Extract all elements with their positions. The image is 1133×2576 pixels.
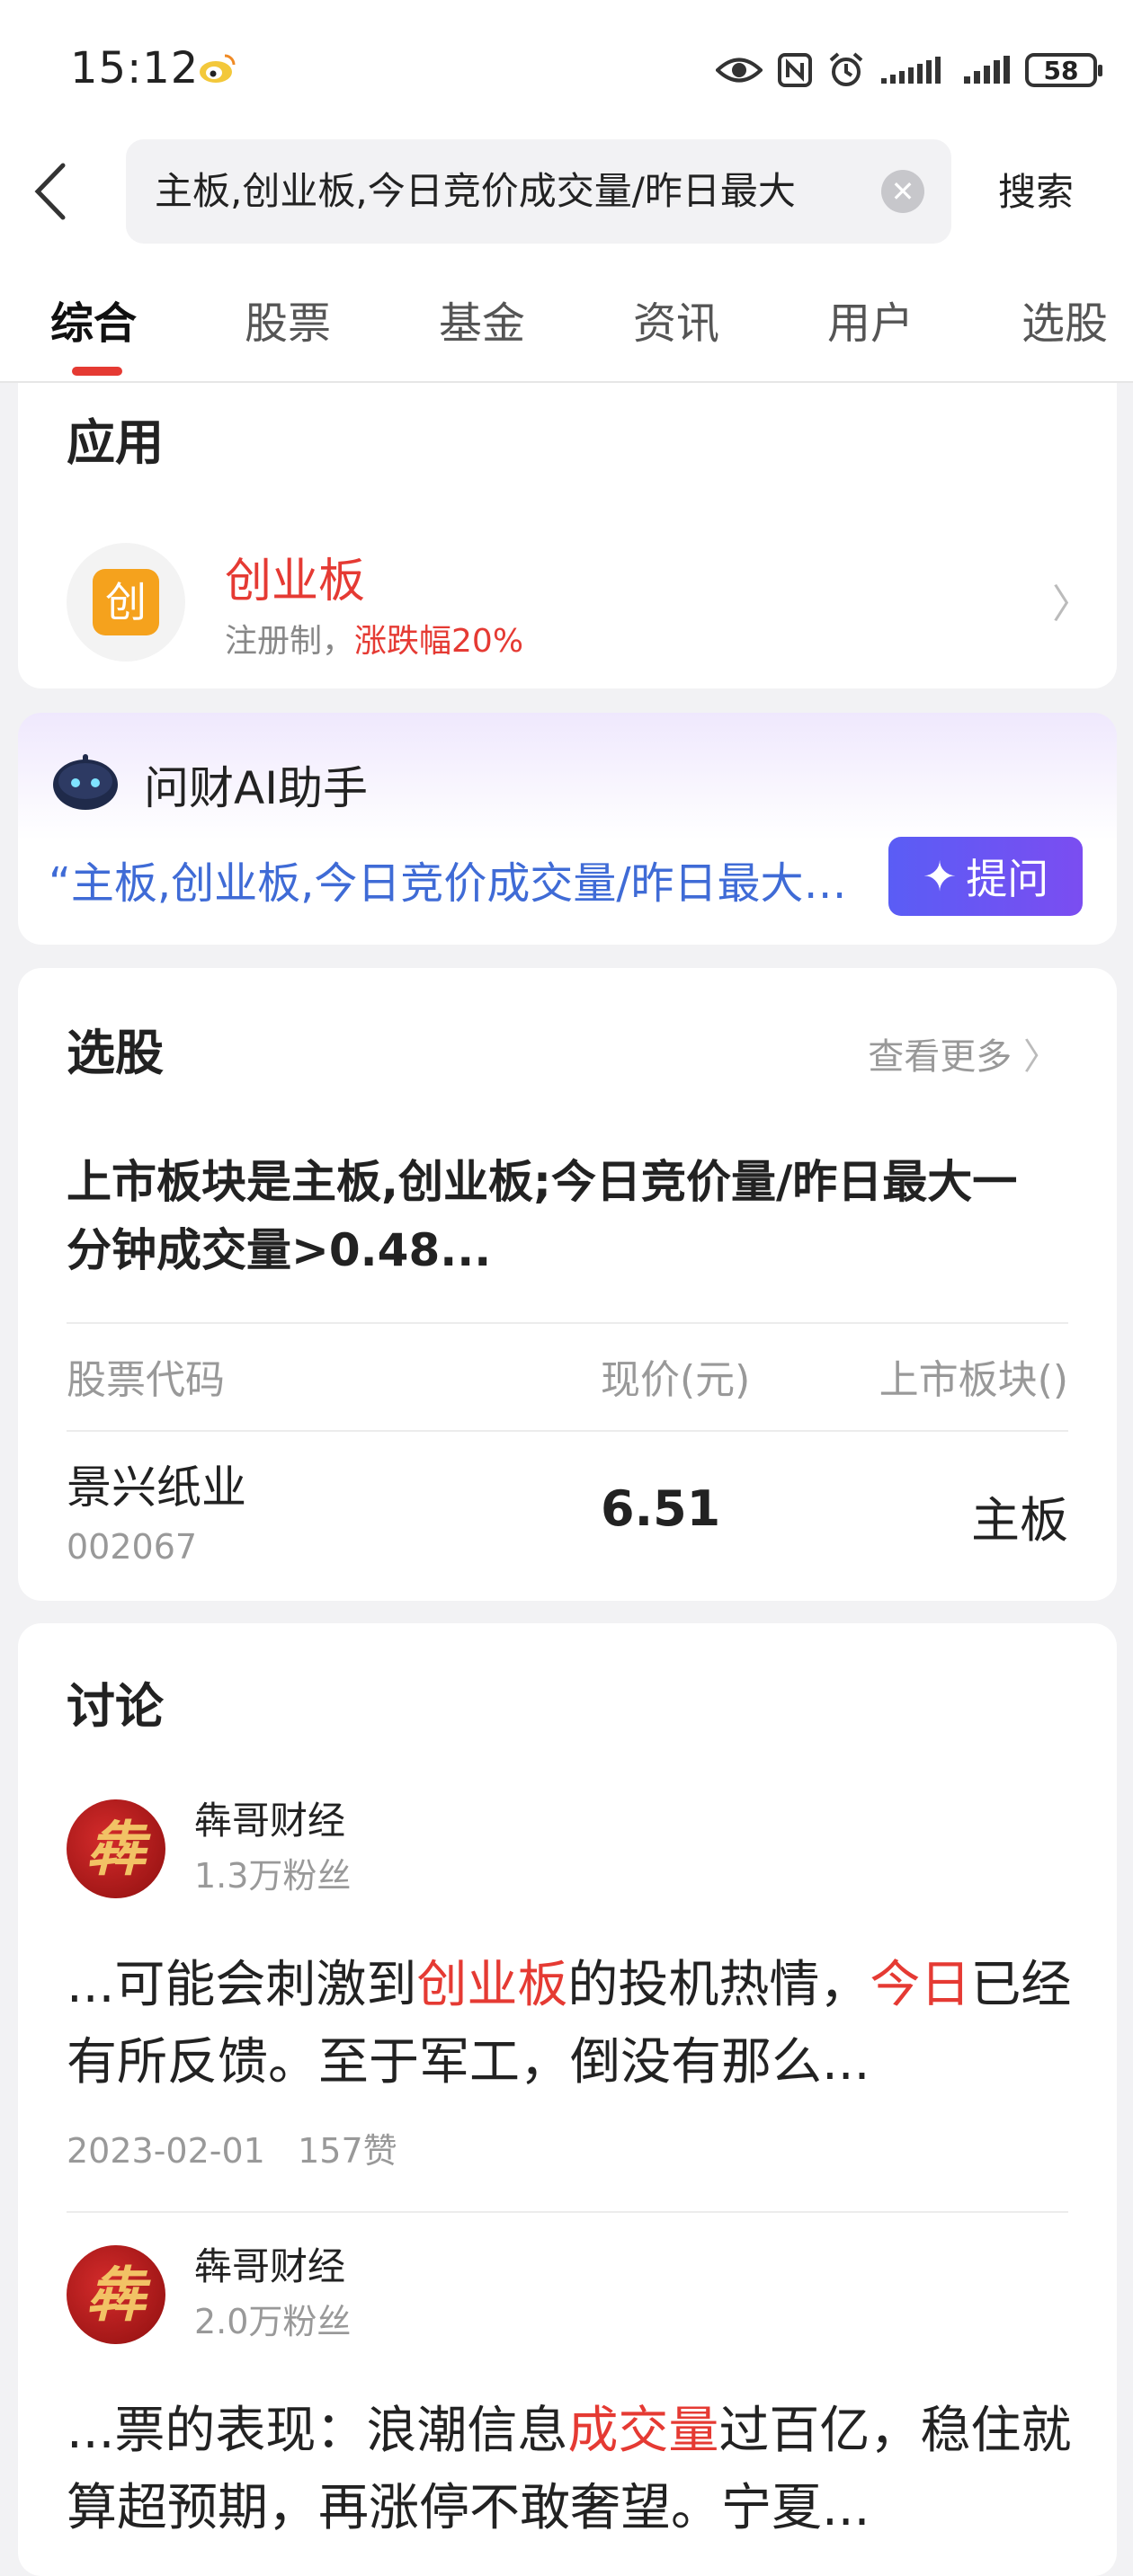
- header-board: 上市板块(): [879, 1357, 1068, 1403]
- nfc-icon: [778, 53, 812, 87]
- signal-icon-2: [964, 56, 1010, 84]
- ask-button-label: 提问: [966, 855, 1049, 903]
- stock-board: 主板: [971, 1492, 1068, 1549]
- tab-comprehensive[interactable]: 综合: [50, 288, 137, 351]
- signal-icon: [881, 57, 941, 84]
- tab-users[interactable]: 用户: [827, 288, 914, 351]
- chevron-right-icon: 〉: [1023, 1036, 1059, 1078]
- tab-news[interactable]: 资讯: [633, 288, 719, 351]
- apps-card: 应用 创 创业板 注册制，涨跌幅20% 〉: [18, 383, 1117, 688]
- back-arrow-icon[interactable]: [31, 160, 76, 223]
- ai-suggested-question[interactable]: “主板,创业板,今日竞价成交量/昨日最大一分钟成交量>0.48: [49, 848, 876, 910]
- post-meta: 2023-02-01 157赞: [67, 2131, 397, 2171]
- post-fans: 1.3万粉丝: [194, 1856, 352, 1896]
- search-input[interactable]: 主板,创业板,今日竞价成交量/昨日最大 ✕: [126, 139, 951, 244]
- app-name: 创业板: [225, 555, 366, 608]
- chevron-right-icon: 〉: [1052, 582, 1092, 627]
- stock-code: 002067: [67, 1527, 198, 1567]
- ai-assistant-title: 问财AI助手: [144, 762, 368, 814]
- alarm-icon: [829, 52, 863, 86]
- discussion-title: 讨论: [67, 1678, 164, 1735]
- discussion-card: 讨论 犇 犇哥财经 1.3万粉丝 ...可能会刺激到创业板的投机热情，今日已经有…: [18, 1623, 1117, 2576]
- app-description: 注册制，涨跌幅20%: [225, 623, 524, 660]
- avatar[interactable]: 犇: [67, 2245, 165, 2344]
- divider: [67, 1322, 1068, 1324]
- header-price: 现价(元): [601, 1357, 751, 1403]
- post-text[interactable]: ...可能会刺激到创业板的投机热情，今日已经有所反馈。至于军工，倒没有那么...: [67, 1947, 1083, 2101]
- post-author[interactable]: 犇哥财经: [194, 2236, 345, 2291]
- screener-condition[interactable]: 上市板块是主板,创业板;今日竞价量/昨日最大一分钟成交量>0.48...: [67, 1148, 1056, 1284]
- status-icons: 58: [716, 45, 1102, 95]
- avatar[interactable]: 犇: [67, 1799, 165, 1898]
- divider: [67, 1430, 1068, 1432]
- sparkle-icon: ✦: [922, 852, 958, 901]
- app-icon-container: 创: [67, 543, 185, 662]
- divider: [67, 2211, 1068, 2213]
- screener-title: 选股: [67, 1025, 164, 1081]
- status-time: 15:12: [70, 43, 200, 93]
- post-text[interactable]: ...票的表现：浪潮信息成交量过百亿，稳住就算超预期，再涨停不敢奢望。宁夏...: [67, 2393, 1083, 2547]
- stock-name: 景兴纸业: [67, 1461, 246, 1514]
- chinext-app-icon: 创: [93, 569, 159, 635]
- post-fans: 2.0万粉丝: [194, 2302, 352, 2341]
- tab-stocks[interactable]: 股票: [245, 288, 331, 351]
- active-tab-indicator: [72, 367, 122, 376]
- weibo-icon: [200, 54, 236, 83]
- ai-assistant-card[interactable]: 问财AI助手 “主板,创业板,今日竞价成交量/昨日最大一分钟成交量>0.48 ✦…: [18, 713, 1117, 945]
- robot-icon: [53, 754, 118, 810]
- category-tabs: 综合 股票 基金 资讯 用户 选股: [0, 280, 1133, 381]
- screener-card: 选股 查看更多 〉 上市板块是主板,创业板;今日竞价量/昨日最大一分钟成交量>0…: [18, 968, 1117, 1601]
- view-more-link[interactable]: 查看更多 〉: [868, 1027, 1059, 1079]
- apps-section-title: 应用: [67, 414, 164, 471]
- tab-screener[interactable]: 选股: [1021, 288, 1108, 351]
- battery-icon: 58: [1025, 53, 1102, 87]
- eye-icon: [716, 58, 763, 83]
- close-circle-icon[interactable]: ✕: [881, 170, 924, 213]
- stock-price: 6.51: [601, 1480, 721, 1537]
- status-bar: 15:12 58: [0, 0, 1133, 135]
- post-author[interactable]: 犇哥财经: [194, 1790, 345, 1845]
- header-stock-code: 股票代码: [67, 1357, 225, 1403]
- tab-funds[interactable]: 基金: [439, 288, 525, 351]
- ask-button[interactable]: ✦ 提问: [888, 837, 1083, 916]
- search-button[interactable]: 搜索: [998, 162, 1074, 217]
- search-query-text[interactable]: 主板,创业板,今日竞价成交量/昨日最大: [155, 139, 874, 244]
